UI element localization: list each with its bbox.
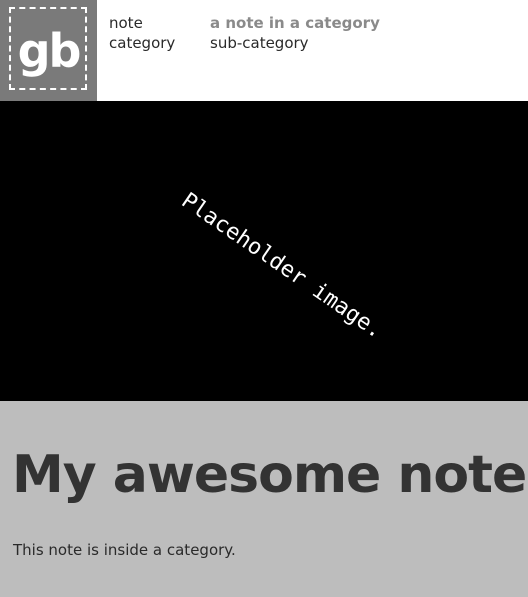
note-title: My awesome note — [12, 445, 527, 505]
hero-image-placeholder: Placeholder image. — [0, 101, 528, 401]
site-header: gb note a note in a category category su… — [0, 0, 528, 101]
logo-text: gb — [17, 23, 82, 78]
note-content: My awesome note This note is inside a ca… — [0, 401, 528, 597]
placeholder-caption: Placeholder image. — [176, 188, 388, 344]
note-body: This note is inside a category. — [13, 541, 236, 559]
meta-value-note: a note in a category — [210, 14, 380, 32]
site-logo[interactable]: gb — [0, 0, 97, 101]
meta-value-category[interactable]: sub-category — [210, 33, 309, 53]
meta-label-note: note — [109, 14, 143, 32]
meta-label-category: category — [109, 34, 176, 52]
